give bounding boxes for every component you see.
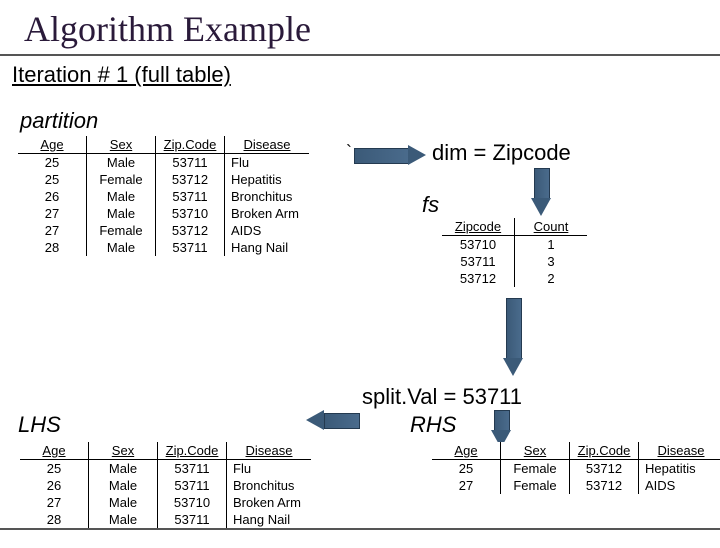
lhs-label: LHS [18, 412, 61, 438]
th-rhs-sex: Sex [501, 442, 570, 460]
arrow-to-fs-body [534, 168, 550, 200]
arrow-to-fs-head [531, 198, 551, 216]
cell: 27 [432, 477, 501, 494]
cell: 53710 [156, 205, 225, 222]
arrow-to-rhs-body [494, 410, 510, 432]
iteration-subtitle: Iteration # 1 (full table) [12, 62, 720, 88]
cell: Hang Nail [227, 511, 312, 528]
cell: Male [87, 188, 156, 205]
cell: 28 [18, 239, 87, 256]
cell: Male [87, 205, 156, 222]
fs-label: fs [422, 192, 439, 218]
cell: Broken Arm [225, 205, 310, 222]
cell: 25 [432, 460, 501, 478]
th-rhs-zip: Zip.Code [570, 442, 639, 460]
cell: 25 [18, 154, 87, 172]
arrow-to-dim-body [354, 148, 410, 164]
cell: 28 [20, 511, 89, 528]
cell: Hang Nail [225, 239, 310, 256]
cell: Male [89, 511, 158, 528]
cell: 3 [515, 253, 588, 270]
partition-label: partition [20, 108, 98, 134]
cell: AIDS [639, 477, 720, 494]
cell: 53712 [156, 171, 225, 188]
th-lhs-sex: Sex [89, 442, 158, 460]
th-lhs-zip: Zip.Code [158, 442, 227, 460]
cell: 25 [18, 171, 87, 188]
cell: Male [89, 460, 158, 478]
cell: 53712 [442, 270, 515, 287]
th-rhs-disease: Disease [639, 442, 720, 460]
cell: 26 [20, 477, 89, 494]
cell: 26 [18, 188, 87, 205]
cell: Male [89, 494, 158, 511]
th-zip: Zip.Code [156, 136, 225, 154]
arrow-to-splitval-body [506, 298, 522, 360]
cell: 53711 [158, 511, 227, 528]
cell: Flu [225, 154, 310, 172]
arrow-to-lhs-body [324, 413, 360, 429]
bottom-rule [0, 528, 720, 530]
th-disease: Disease [225, 136, 310, 154]
cell: Male [87, 154, 156, 172]
cell: 53711 [156, 154, 225, 172]
cell: Bronchitus [227, 477, 312, 494]
th-fs-count: Count [515, 218, 588, 236]
fs-body: 537101537113537122 [442, 236, 587, 288]
cell: 53710 [442, 236, 515, 254]
rhs-label: RHS [410, 412, 456, 438]
arrow-to-dim-head [408, 145, 426, 165]
cell: Male [87, 239, 156, 256]
cell: Flu [227, 460, 312, 478]
cell: 53712 [570, 477, 639, 494]
dim-label: dim = Zipcode [432, 140, 571, 166]
cell: 53710 [158, 494, 227, 511]
cell: 27 [20, 494, 89, 511]
partition-body: 25Male53711Flu25Female53712Hepatitis26Ma… [18, 154, 309, 257]
cell: Hepatitis [639, 460, 720, 478]
cell: 53711 [156, 239, 225, 256]
cell: 2 [515, 270, 588, 287]
lhs-table: Age Sex Zip.Code Disease 25Male53711Flu2… [20, 442, 311, 528]
backtick-mark: ` [346, 142, 352, 163]
splitval-label: split.Val = 53711 [362, 384, 522, 410]
th-fs-zip: Zipcode [442, 218, 515, 236]
th-age: Age [18, 136, 87, 154]
th-rhs-age: Age [432, 442, 501, 460]
cell: Bronchitus [225, 188, 310, 205]
cell: Male [89, 477, 158, 494]
cell: Female [87, 222, 156, 239]
cell: 53711 [442, 253, 515, 270]
cell: AIDS [225, 222, 310, 239]
slide-title: Algorithm Example [24, 8, 720, 50]
cell: 53711 [158, 477, 227, 494]
rhs-table: Age Sex Zip.Code Disease 25Female53712He… [432, 442, 720, 494]
cell: Hepatitis [225, 171, 310, 188]
lhs-body: 25Male53711Flu26Male53711Bronchitus27Mal… [20, 460, 311, 529]
cell: 27 [18, 222, 87, 239]
cell: 25 [20, 460, 89, 478]
cell: Broken Arm [227, 494, 312, 511]
cell: 53712 [156, 222, 225, 239]
cell: 53711 [156, 188, 225, 205]
rhs-body: 25Female53712Hepatitis 27Female53712AIDS [432, 460, 720, 495]
cell: Female [501, 460, 570, 478]
cell: 27 [18, 205, 87, 222]
cell: 53711 [158, 460, 227, 478]
th-lhs-disease: Disease [227, 442, 312, 460]
arrow-to-splitval-head [503, 358, 523, 376]
partition-table: Age Sex Zip.Code Disease 25Male53711Flu2… [18, 136, 309, 256]
th-lhs-age: Age [20, 442, 89, 460]
arrow-to-lhs-head [306, 410, 324, 430]
cell: Female [87, 171, 156, 188]
th-sex: Sex [87, 136, 156, 154]
cell: 1 [515, 236, 588, 254]
cell: Female [501, 477, 570, 494]
cell: 53712 [570, 460, 639, 478]
fs-table: Zipcode Count 537101537113537122 [442, 218, 587, 287]
title-rule [0, 54, 720, 56]
